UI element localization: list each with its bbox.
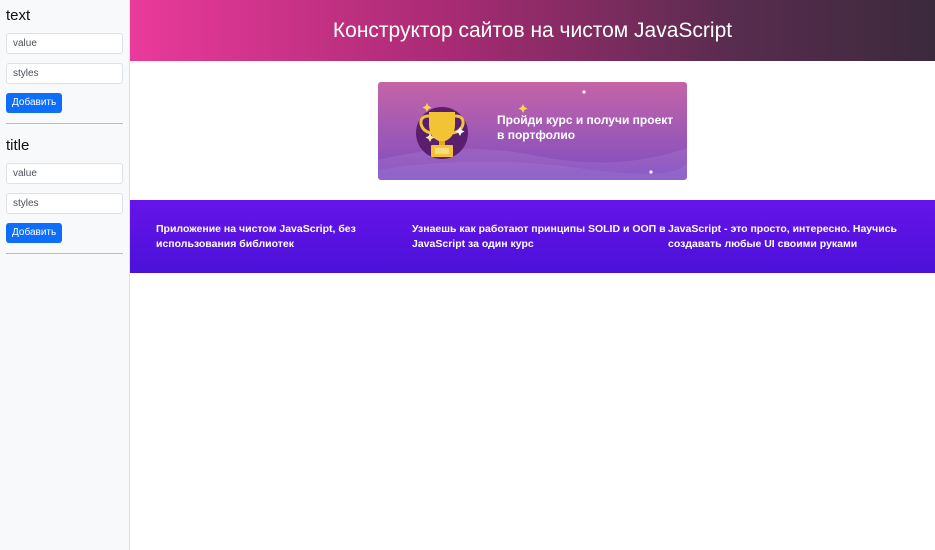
feature-text: Узнаешь как работают принципы SOLID и ОО…	[412, 222, 666, 250]
banner-section: Пройди курс и получи проект в портфолио	[130, 61, 935, 200]
styles-input[interactable]	[6, 63, 123, 84]
sparkle-icon	[649, 170, 653, 174]
divider	[6, 253, 123, 254]
text-form: text Добавить	[0, 0, 129, 124]
feature-text: JavaScript - это просто, интересно. Науч…	[668, 222, 897, 250]
add-button[interactable]: Добавить	[6, 223, 63, 243]
sparkle-icon	[582, 90, 586, 94]
divider	[6, 123, 123, 124]
features-section: Приложение на чистом JavaScript, без исп…	[130, 200, 935, 273]
page-title: Конструктор сайтов на чистом JavaScript	[332, 18, 733, 42]
sidebar: text Добавить title Добавить	[0, 0, 130, 550]
sparkle-icon	[518, 104, 528, 113]
banner-text: Пройди курс и получи проект в портфолио	[497, 113, 674, 142]
site-header: Конструктор сайтов на чистом JavaScript	[130, 0, 935, 61]
feature-text: Приложение на чистом JavaScript, без исп…	[156, 222, 356, 250]
trophy-icon	[416, 103, 468, 159]
styles-input[interactable]	[6, 193, 123, 214]
add-button[interactable]: Добавить	[6, 93, 63, 113]
value-input[interactable]	[6, 163, 123, 184]
site-preview: Конструктор сайтов на чистом JavaScript	[130, 0, 935, 550]
form-title: title	[6, 137, 30, 154]
form-title: text	[6, 7, 31, 24]
value-input[interactable]	[6, 33, 123, 54]
promo-banner: Пройди курс и получи проект в портфолио	[378, 82, 687, 180]
title-form: title Добавить	[0, 136, 129, 254]
